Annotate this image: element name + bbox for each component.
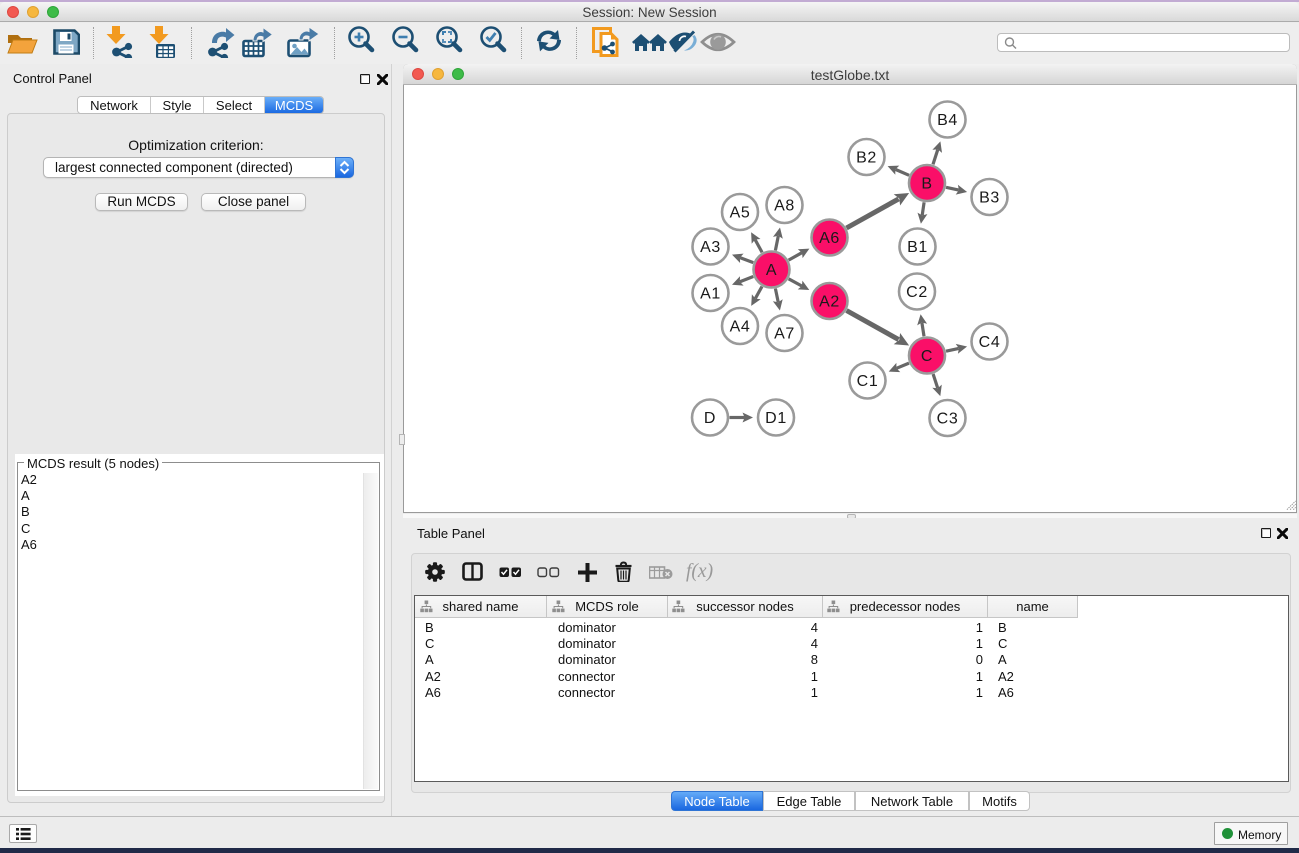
svg-text:B4: B4 (937, 112, 958, 129)
svg-text:A3: A3 (700, 239, 721, 256)
svg-text:A: A (766, 262, 777, 279)
svg-text:C4: C4 (979, 334, 1001, 351)
svg-text:A5: A5 (730, 205, 751, 222)
svg-text:D: D (704, 410, 716, 427)
svg-text:C2: C2 (906, 284, 928, 301)
svg-text:A1: A1 (700, 286, 721, 303)
svg-text:C3: C3 (937, 411, 959, 428)
svg-text:A4: A4 (730, 319, 751, 336)
svg-text:B3: B3 (979, 190, 1000, 207)
svg-text:C1: C1 (857, 373, 879, 390)
svg-text:C: C (921, 348, 933, 365)
svg-text:B2: B2 (856, 150, 877, 167)
svg-text:A7: A7 (774, 326, 795, 343)
svg-text:A8: A8 (774, 198, 795, 215)
svg-text:B1: B1 (907, 239, 928, 256)
svg-text:B: B (921, 176, 932, 193)
svg-text:A6: A6 (819, 230, 840, 247)
svg-text:D1: D1 (765, 410, 787, 427)
svg-text:A2: A2 (819, 294, 840, 311)
